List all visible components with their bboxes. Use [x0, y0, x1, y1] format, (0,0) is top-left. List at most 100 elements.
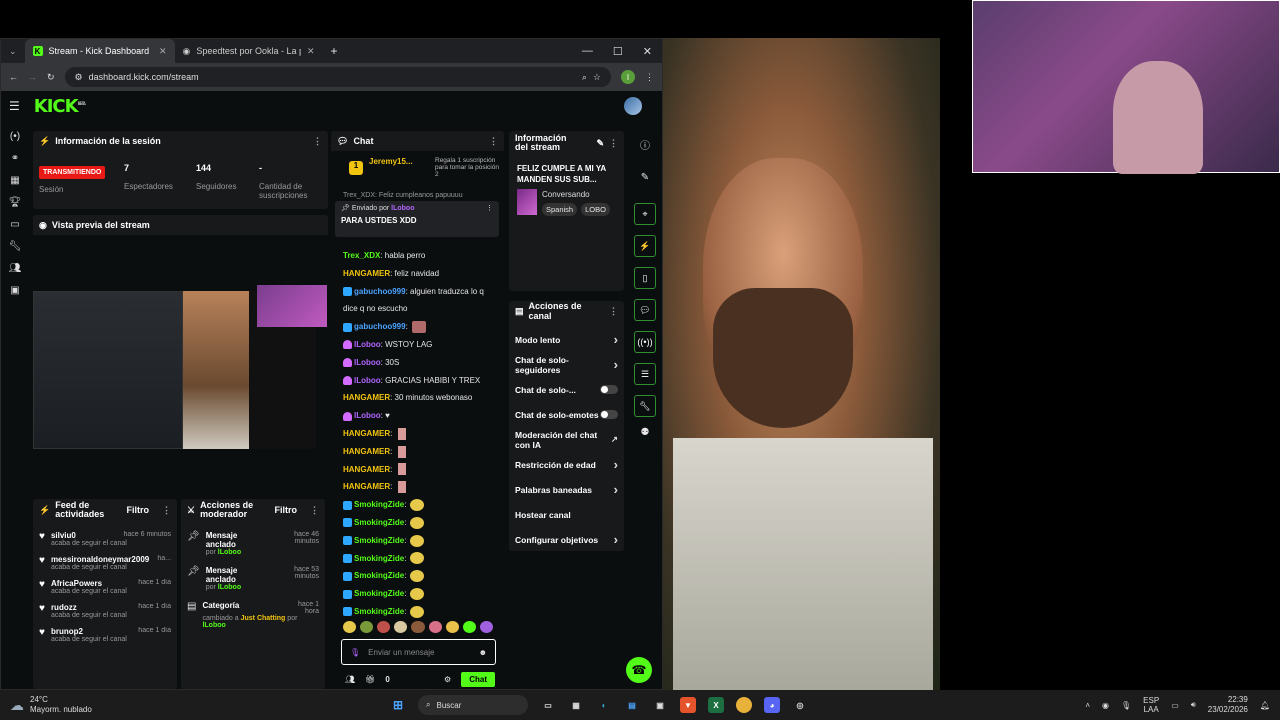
activity-user[interactable]: AfricaPowers	[51, 579, 102, 588]
chat-username[interactable]: SmokingZide	[354, 571, 404, 580]
community-nav-icon[interactable]: 👥︎	[9, 263, 22, 274]
menu-icon[interactable]: ⋮	[645, 72, 654, 83]
task-view-icon[interactable]: ▭	[540, 697, 556, 713]
emote-icon[interactable]	[479, 621, 493, 633]
volume-icon[interactable]: 🔊︎	[1191, 700, 1196, 710]
chat-message[interactable]: lLoboo: ♥	[331, 407, 503, 425]
reload-icon[interactable]: ↻	[47, 72, 55, 83]
tab-search-icon[interactable]: ⌄	[1, 46, 25, 57]
chat-username[interactable]: HANGAMER	[343, 393, 390, 402]
lightning-icon[interactable]: ⚡	[634, 235, 656, 257]
activity-item[interactable]: ♥ silviu0 hace 6 minutos acaba de seguir el…	[33, 527, 177, 551]
user-avatar[interactable]	[624, 97, 642, 115]
chat-username[interactable]: HANGAMER	[343, 482, 390, 491]
address-bar[interactable]: ⚙ dashboard.kick.com/stream ⌕ ☆	[64, 67, 611, 87]
pinned-message[interactable]: 📌︎ Enviado por lLoboo ⋮ PARA USTDES XDD	[335, 201, 499, 237]
close-tab-icon[interactable]: ✕	[307, 46, 315, 57]
weather-widget[interactable]: ☁ 24°C Mayorm. nublado	[0, 695, 160, 715]
close-tab-icon[interactable]: ✕	[159, 46, 167, 57]
clip-icon[interactable]: ⌖	[634, 203, 656, 225]
chat-message[interactable]: Trex_XDX: habla perro	[331, 247, 503, 265]
chevron-up-icon[interactable]: ˄	[1085, 701, 1090, 710]
more-icon[interactable]: ⋮	[609, 138, 618, 148]
mic-icon[interactable]: 🎙︎	[1121, 701, 1131, 710]
list-icon[interactable]: ☰	[634, 363, 656, 385]
emote-icon[interactable]	[377, 621, 391, 633]
activity-item[interactable]: ♥ brunop2 hace 1 día acaba de seguir el can…	[33, 623, 177, 647]
chat-username[interactable]: SmokingZide	[354, 518, 404, 527]
chat-username[interactable]: Trex_XDX	[343, 251, 380, 260]
chat-username[interactable]: HANGAMER	[343, 269, 390, 278]
chat-message[interactable]: SmokingZide:	[331, 496, 503, 514]
emote-bar[interactable]	[343, 621, 493, 633]
mod-user[interactable]: lLoboo	[218, 549, 241, 556]
activity-user[interactable]: silviu0	[51, 531, 76, 540]
chat-username[interactable]: SmokingZide	[354, 536, 404, 545]
zoom-icon[interactable]: ⌕	[582, 72, 587, 83]
emote-icon[interactable]	[462, 621, 476, 633]
close-window-icon[interactable]: ✕	[643, 45, 652, 58]
taskbar-search[interactable]: ⌕ Buscar	[418, 695, 528, 715]
edit-icon[interactable]: ✎	[596, 138, 604, 148]
trash-icon[interactable]: ▯	[634, 267, 656, 289]
mod-action-item[interactable]: ▤ Categoría hace 1 hora cambiado a Just Cha…	[181, 597, 325, 635]
users-icon[interactable]: 👥︎	[345, 675, 355, 684]
pencil-icon[interactable]: ✎	[641, 172, 649, 183]
chat-message[interactable]: HANGAMER:	[331, 425, 503, 443]
group-icon[interactable]: ⚉	[641, 427, 650, 438]
channel-action-item[interactable]: Palabras baneadas ›	[509, 477, 624, 502]
chrome-icon[interactable]	[736, 697, 752, 713]
chat-send-button[interactable]: Chat	[461, 671, 495, 687]
chat-message[interactable]: lLoboo: WSTOY LAG	[331, 336, 503, 354]
tag-chip[interactable]: Spanish	[542, 203, 578, 216]
chat-message[interactable]: HANGAMER:	[331, 478, 503, 496]
emote-icon[interactable]	[343, 621, 357, 633]
edge-icon[interactable]: ◐	[596, 697, 612, 713]
chat-username[interactable]: gabuchoo999	[354, 322, 406, 331]
activity-user[interactable]: messironaldoneymar2009	[51, 555, 149, 564]
discord-icon[interactable]: ◕	[764, 697, 780, 713]
settings-icon[interactable]: ⚙	[444, 675, 451, 684]
tray-app-icon[interactable]: ◉	[1102, 701, 1109, 710]
chat-message[interactable]: gabuchoo999:	[331, 318, 503, 336]
maximize-icon[interactable]: ☐	[613, 45, 623, 58]
chat-input[interactable]: 🎙︎ Enviar un mensaje ☻	[341, 639, 496, 665]
more-icon[interactable]: ⋮	[310, 505, 319, 515]
clock-date[interactable]: 23/02/2026	[1208, 705, 1248, 715]
unpin-icon[interactable]: ⋮	[486, 204, 493, 212]
gift-icon[interactable]: 🎁︎	[365, 675, 375, 684]
chat-message[interactable]: SmokingZide:	[331, 550, 503, 568]
site-info-icon[interactable]: ⚙	[75, 72, 83, 83]
mod-user[interactable]: lLoboo	[218, 584, 241, 591]
trophy-nav-icon[interactable]: 🏆︎	[9, 197, 22, 208]
more-icon[interactable]: ⋮	[313, 136, 322, 147]
calendar-app-icon[interactable]: ▦	[568, 697, 584, 713]
chat-message[interactable]: SmokingZide:	[331, 603, 503, 621]
windows-start-icon[interactable]: ⊞	[390, 697, 406, 713]
emote-icon[interactable]	[411, 621, 425, 633]
chat-username[interactable]: lLoboo	[354, 340, 381, 349]
minimize-icon[interactable]: —	[582, 45, 593, 58]
emoji-icon[interactable]: ☻	[479, 648, 487, 657]
notes-icon[interactable]: ▤	[624, 697, 640, 713]
chat-username[interactable]: HANGAMER	[343, 465, 390, 474]
channel-action-item[interactable]: Hostear canal	[509, 502, 624, 527]
gift-leaderboard[interactable]: 1 Jeremy15... Regala 1 suscripción para …	[349, 157, 499, 183]
profile-avatar[interactable]: l	[621, 70, 635, 84]
toggle-switch[interactable]	[600, 385, 618, 394]
channel-action-item[interactable]: Moderación del chat con IA ↗	[509, 427, 624, 452]
activity-item[interactable]: ♥ messironaldoneymar2009 ha... acaba de seg…	[33, 551, 177, 575]
channel-action-item[interactable]: Chat de solo-seguidores ›	[509, 352, 624, 377]
toggle-switch[interactable]	[600, 410, 618, 419]
mod-action-item[interactable]: 📌︎ Mensaje anclado hace 53 minutos por lLob…	[181, 562, 325, 597]
more-icon[interactable]: ⋮	[489, 136, 498, 147]
chat-message[interactable]: lLoboo: 30S	[331, 354, 503, 372]
support-button[interactable]: ☎	[626, 657, 652, 683]
emote-icon[interactable]	[394, 621, 408, 633]
mod-action-item[interactable]: 📌︎ Mensaje anclado hace 46 minutos por lLob…	[181, 527, 325, 562]
tab-speedtest[interactable]: ◉ Speedtest por Ookla - La prueb ✕	[175, 39, 323, 63]
bookmark-star-icon[interactable]: ☆	[593, 72, 601, 83]
chat-message[interactable]: SmokingZide:	[331, 567, 503, 585]
more-icon[interactable]: ⋮	[609, 306, 618, 317]
chat-username[interactable]: HANGAMER	[343, 447, 390, 456]
